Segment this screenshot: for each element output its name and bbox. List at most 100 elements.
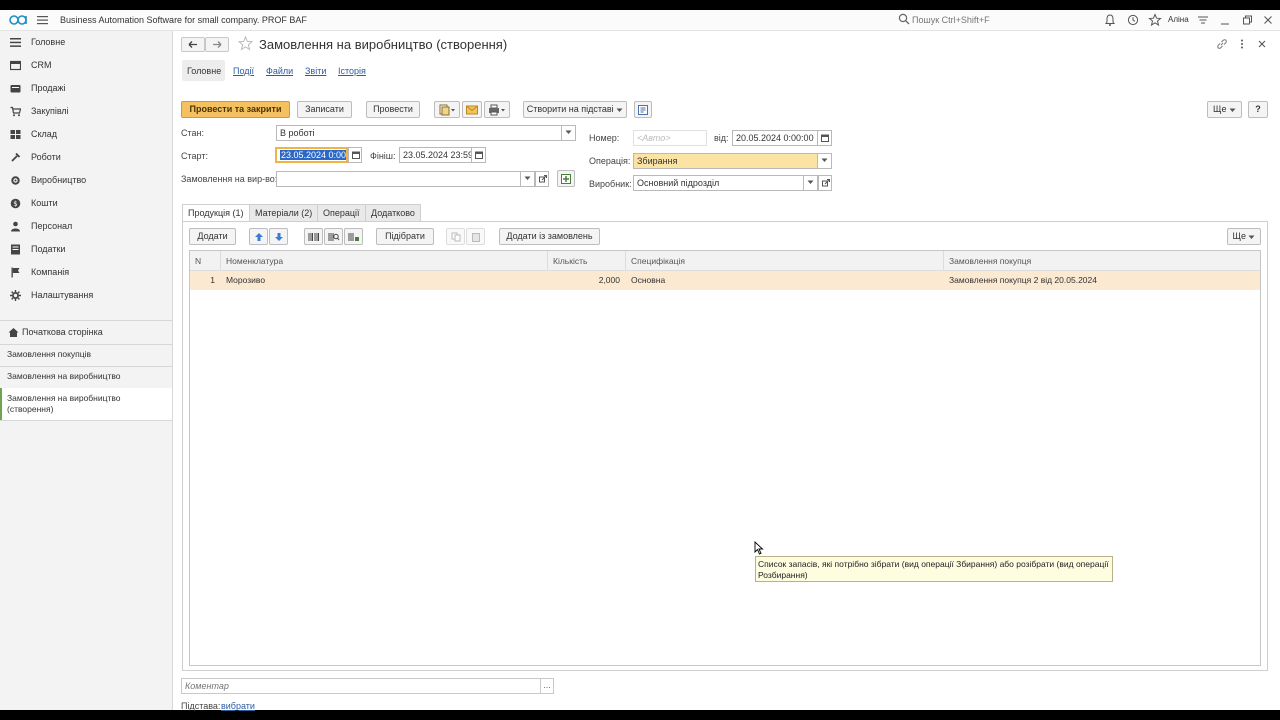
sidebar-item-sales[interactable]: Продажі	[0, 77, 173, 100]
history-icon[interactable]	[1126, 13, 1140, 27]
bell-icon[interactable]	[1103, 13, 1117, 27]
move-down-button[interactable]	[269, 228, 288, 245]
sidebar-item-purchases[interactable]: Закупівлі	[0, 100, 173, 123]
sidebar-item-crm[interactable]: CRM	[0, 54, 173, 77]
sidebar-item-warehouse[interactable]: Склад	[0, 123, 173, 146]
tab-files[interactable]: Файли	[266, 66, 293, 76]
cell-customer-order[interactable]: Замовлення покупця 2 від 20.05.2024	[944, 271, 1260, 290]
attach-dropdown-button[interactable]	[434, 101, 460, 118]
sidebar-item-money[interactable]: $ Кошти	[0, 192, 173, 215]
close-form-icon[interactable]	[1256, 38, 1268, 50]
add-from-orders-button[interactable]: Додати із замовлень	[499, 228, 600, 245]
sidebar-item-home-page[interactable]: Початкова сторінка	[0, 321, 173, 344]
grid-more-button[interactable]: Ще	[1227, 228, 1261, 245]
finish-calendar-button[interactable]	[472, 147, 486, 163]
more-vertical-icon[interactable]	[1236, 38, 1248, 50]
post-and-close-button[interactable]: Провести та закрити	[181, 101, 290, 118]
cell-specification[interactable]: Основна	[626, 271, 944, 290]
table-row[interactable]: 1 Морозиво 2,000 Основна Замовлення поку…	[190, 271, 1260, 290]
start-calendar-button[interactable]	[348, 147, 362, 163]
cell-quantity[interactable]: 2,000	[548, 271, 626, 290]
column-header-specification[interactable]: Специфікація	[626, 251, 944, 271]
print-dropdown-button[interactable]	[484, 101, 510, 118]
favorites-star-icon[interactable]	[1148, 13, 1162, 27]
document-form: Замовлення на виробництво (створення) Го…	[174, 31, 1280, 711]
favorite-star-icon[interactable]	[238, 36, 253, 51]
producer-dropdown-button[interactable]	[804, 175, 818, 191]
create-based-on-button[interactable]: Створити на підставі	[523, 101, 627, 118]
column-header-n[interactable]: N	[190, 251, 221, 271]
settings-icon	[10, 290, 21, 301]
back-button[interactable]	[181, 37, 205, 52]
document-date-calendar-button[interactable]	[818, 130, 832, 146]
sidebar-item-taxes[interactable]: Податки	[0, 238, 173, 261]
cell-nomenclature[interactable]: Морозиво	[221, 271, 548, 290]
copy-rows-button[interactable]	[446, 228, 465, 245]
paste-rows-button[interactable]	[466, 228, 485, 245]
pick-button[interactable]: Підібрати	[376, 228, 434, 245]
forward-button[interactable]	[205, 37, 229, 52]
structure-button[interactable]	[634, 101, 652, 118]
tab-additional[interactable]: Додатково	[365, 204, 421, 222]
number-field[interactable]: <Авто>	[633, 130, 707, 146]
production-order-dropdown-button[interactable]	[521, 171, 535, 187]
main-menu-icon[interactable]	[37, 14, 48, 26]
basis-select-link[interactable]: вибрати	[221, 701, 255, 711]
production-order-field[interactable]	[276, 171, 521, 187]
more-actions-button[interactable]: Ще	[1207, 101, 1242, 118]
operation-dropdown-button[interactable]	[818, 153, 832, 169]
sidebar-item-production[interactable]: Виробництво	[0, 169, 173, 192]
baf-logo-icon[interactable]	[9, 14, 29, 26]
chevron-down-icon	[1248, 235, 1255, 239]
minimize-icon[interactable]	[1218, 13, 1232, 27]
email-button[interactable]	[462, 101, 482, 118]
state-dropdown-button[interactable]	[562, 125, 576, 141]
specification-button[interactable]	[344, 228, 363, 245]
close-window-icon[interactable]	[1261, 13, 1275, 27]
tab-operations[interactable]: Операції	[317, 204, 366, 222]
company-icon	[11, 267, 20, 278]
column-header-customer-order[interactable]: Замовлення покупця	[944, 251, 1260, 271]
settings-list-icon[interactable]	[1196, 13, 1210, 27]
column-header-nomenclature[interactable]: Номенклатура	[221, 251, 548, 271]
column-header-quantity[interactable]: Кількість	[548, 251, 626, 271]
move-up-button[interactable]	[249, 228, 268, 245]
sidebar-item-works[interactable]: Роботи	[0, 146, 173, 169]
search-by-barcode-button[interactable]	[324, 228, 343, 245]
document-date-field[interactable]: 20.05.2024 0:00:00	[732, 130, 818, 146]
fill-button[interactable]	[557, 170, 575, 187]
cell-n[interactable]: 1	[190, 271, 221, 290]
finish-date-field[interactable]: 23.05.2024 23:59	[399, 147, 472, 163]
comment-input[interactable]	[181, 678, 541, 694]
barcode-button[interactable]	[304, 228, 323, 245]
search-icon[interactable]	[898, 13, 910, 25]
operation-field[interactable]: Збирання	[633, 153, 818, 169]
link-icon[interactable]	[1216, 38, 1228, 50]
producer-field[interactable]: Основний підрозділ	[633, 175, 804, 191]
producer-open-button[interactable]	[818, 175, 832, 191]
tab-materials[interactable]: Матеріали (2)	[249, 204, 319, 222]
tab-main[interactable]: Головне	[187, 66, 221, 76]
restore-icon[interactable]	[1240, 13, 1254, 27]
tab-events[interactable]: Події	[233, 66, 254, 76]
open-window-customer-orders[interactable]: Замовлення покупців	[0, 344, 172, 366]
state-field[interactable]: В роботі	[276, 125, 562, 141]
post-button[interactable]: Провести	[366, 101, 420, 118]
username[interactable]: Аліна	[1168, 15, 1189, 24]
tab-reports[interactable]: Звіти	[305, 66, 326, 76]
open-window-production-order-new[interactable]: Замовлення на виробництво (створення)	[0, 388, 172, 420]
sidebar-item-personnel[interactable]: Персонал	[0, 215, 173, 238]
add-row-button[interactable]: Додати	[189, 228, 236, 245]
tab-history[interactable]: Історія	[338, 66, 366, 76]
search-input[interactable]	[910, 13, 1090, 27]
comment-expand-button[interactable]: ...	[540, 678, 554, 694]
sidebar-item-settings[interactable]: Налаштування	[0, 284, 173, 307]
sidebar-item-company[interactable]: Компанія	[0, 261, 173, 284]
save-button[interactable]: Записати	[297, 101, 352, 118]
help-button[interactable]: ?	[1248, 101, 1268, 118]
open-window-production-orders[interactable]: Замовлення на виробництво	[0, 366, 172, 388]
start-date-field[interactable]: 23.05.2024 0:00	[275, 147, 348, 163]
production-icon	[11, 176, 20, 185]
production-order-open-button[interactable]	[535, 171, 549, 187]
sidebar-item-main[interactable]: Головне	[0, 31, 173, 54]
